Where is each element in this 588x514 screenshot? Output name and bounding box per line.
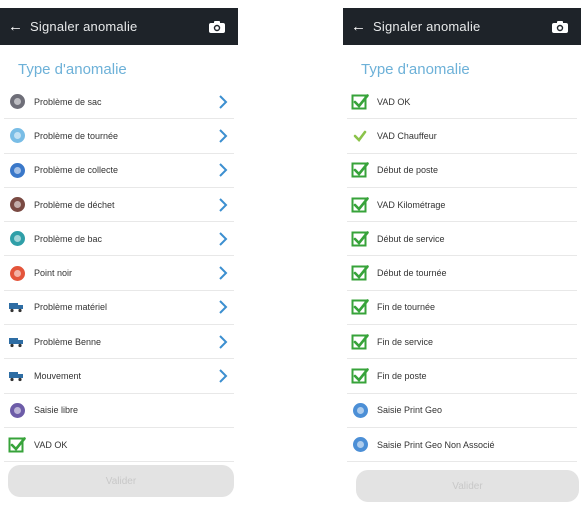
checkmark-icon xyxy=(351,127,369,145)
circle-icon xyxy=(8,93,26,111)
camera-icon[interactable] xyxy=(208,20,226,34)
list-item-label: Saisie libre xyxy=(34,405,79,416)
anomaly-type-list: VAD OK VAD Chauffeur Début de poste VAD Kil… xyxy=(347,85,577,463)
circle-icon xyxy=(8,264,26,282)
list-item-label: Problème de collecte xyxy=(34,165,119,176)
list-item[interactable]: Fin de tournée xyxy=(347,291,577,326)
list-item-label: Problème matériel xyxy=(34,302,108,313)
list-item-label: Problème de sac xyxy=(34,96,102,107)
list-item-label: Problème de tournée xyxy=(34,130,119,141)
chevron-right-icon[interactable] xyxy=(218,232,228,246)
circle-icon xyxy=(8,230,26,248)
list-item-label: Saisie Print Geo Non Associé xyxy=(377,439,495,450)
list-item-label: Problème de bac xyxy=(34,233,103,244)
list-item-label: Fin de service xyxy=(377,336,434,347)
chevron-right-icon[interactable] xyxy=(218,300,228,315)
list-item-label: Début de tournée xyxy=(377,268,447,279)
list-item[interactable]: Saisie Print Geo Non Associé xyxy=(347,428,577,463)
list-item[interactable]: Fin de service xyxy=(347,325,577,360)
list-item[interactable]: Problème de sac xyxy=(4,85,234,120)
chevron-right-icon[interactable] xyxy=(218,369,228,383)
list-item-label: VAD Chauffeur xyxy=(377,130,437,141)
list-item-label: Problème Benne xyxy=(34,336,102,347)
anomaly-type-list: Problème de sac Problème de tournée Problè… xyxy=(4,85,234,463)
circle-icon xyxy=(8,196,26,214)
back-arrow-icon[interactable]: ← xyxy=(8,19,23,34)
chevron-right-icon[interactable] xyxy=(218,266,228,280)
list-item[interactable]: Fin de poste xyxy=(347,359,577,394)
list-item[interactable]: VAD Kilométrage xyxy=(347,188,577,223)
list-item[interactable]: Point noir xyxy=(4,256,234,291)
checkbox-checked-icon xyxy=(351,230,369,248)
chevron-right-icon[interactable] xyxy=(218,335,228,349)
list-item[interactable]: Problème Benne xyxy=(4,325,234,360)
chevron-right-icon[interactable] xyxy=(218,163,228,177)
checkbox-checked-icon xyxy=(351,264,369,282)
list-item-label: Saisie Print Geo xyxy=(377,405,443,416)
chevron-right-icon[interactable] xyxy=(218,94,228,109)
list-item-label: Problème de déchet xyxy=(34,199,115,210)
circle-icon xyxy=(351,401,369,419)
camera-icon[interactable] xyxy=(551,20,569,34)
app-header: ← Signaler anomalie xyxy=(343,8,581,45)
list-item[interactable]: Problème matériel xyxy=(4,291,234,326)
checkbox-checked-icon xyxy=(351,333,369,351)
header-title: Signaler anomalie xyxy=(373,19,481,34)
list-item-label: VAD Kilométrage xyxy=(377,199,446,210)
checkbox-checked-icon xyxy=(351,93,369,111)
left-phone-screen: ← Signaler anomalie Type d'anomalie Prob… xyxy=(0,8,238,508)
chevron-right-icon[interactable] xyxy=(218,197,228,212)
list-item[interactable]: Saisie Print Geo xyxy=(347,394,577,428)
list-item[interactable]: Mouvement xyxy=(4,359,234,394)
list-item-label: Début de poste xyxy=(377,165,439,176)
list-item-label: Début de service xyxy=(377,233,445,244)
list-item[interactable]: Problème de collecte xyxy=(4,154,234,188)
circle-icon xyxy=(8,401,26,419)
list-item-label: Point noir xyxy=(34,268,73,279)
validate-button[interactable]: Valider xyxy=(8,465,234,497)
list-item[interactable]: VAD OK xyxy=(4,428,234,463)
checkbox-checked-icon xyxy=(351,196,369,214)
circle-icon xyxy=(351,436,369,454)
list-item[interactable]: VAD OK xyxy=(347,85,577,120)
list-item[interactable]: VAD Chauffeur xyxy=(347,119,577,154)
list-item-label: Fin de tournée xyxy=(377,302,436,313)
back-arrow-icon[interactable]: ← xyxy=(351,19,366,34)
section-title: Type d'anomalie xyxy=(361,61,470,78)
list-item[interactable]: Saisie libre xyxy=(4,394,234,428)
checkbox-checked-icon xyxy=(8,436,26,454)
list-item[interactable]: Début de service xyxy=(347,222,577,257)
validate-button[interactable]: Valider xyxy=(356,470,579,502)
checkbox-checked-icon xyxy=(351,298,369,316)
list-item-label: VAD OK xyxy=(34,439,68,450)
list-item-label: Fin de poste xyxy=(377,371,427,382)
truck-icon xyxy=(8,298,26,316)
header-title: Signaler anomalie xyxy=(30,19,138,34)
list-item-label: Mouvement xyxy=(34,371,82,382)
list-item[interactable]: Début de tournée xyxy=(347,256,577,291)
list-item[interactable]: Début de poste xyxy=(347,154,577,188)
truck-icon xyxy=(8,367,26,385)
list-item[interactable]: Problème de déchet xyxy=(4,188,234,223)
checkbox-checked-icon xyxy=(351,161,369,179)
list-item-label: VAD OK xyxy=(377,96,411,107)
checkbox-checked-icon xyxy=(351,367,369,385)
chevron-right-icon[interactable] xyxy=(218,129,228,143)
circle-icon xyxy=(8,161,26,179)
app-header: ← Signaler anomalie xyxy=(0,8,238,45)
list-item[interactable]: Problème de bac xyxy=(4,222,234,257)
section-title: Type d'anomalie xyxy=(18,61,127,78)
list-item[interactable]: Problème de tournée xyxy=(4,119,234,154)
right-phone-screen: ← Signaler anomalie Type d'anomalie VAD … xyxy=(343,8,581,508)
truck-icon xyxy=(8,333,26,351)
circle-icon xyxy=(8,127,26,145)
